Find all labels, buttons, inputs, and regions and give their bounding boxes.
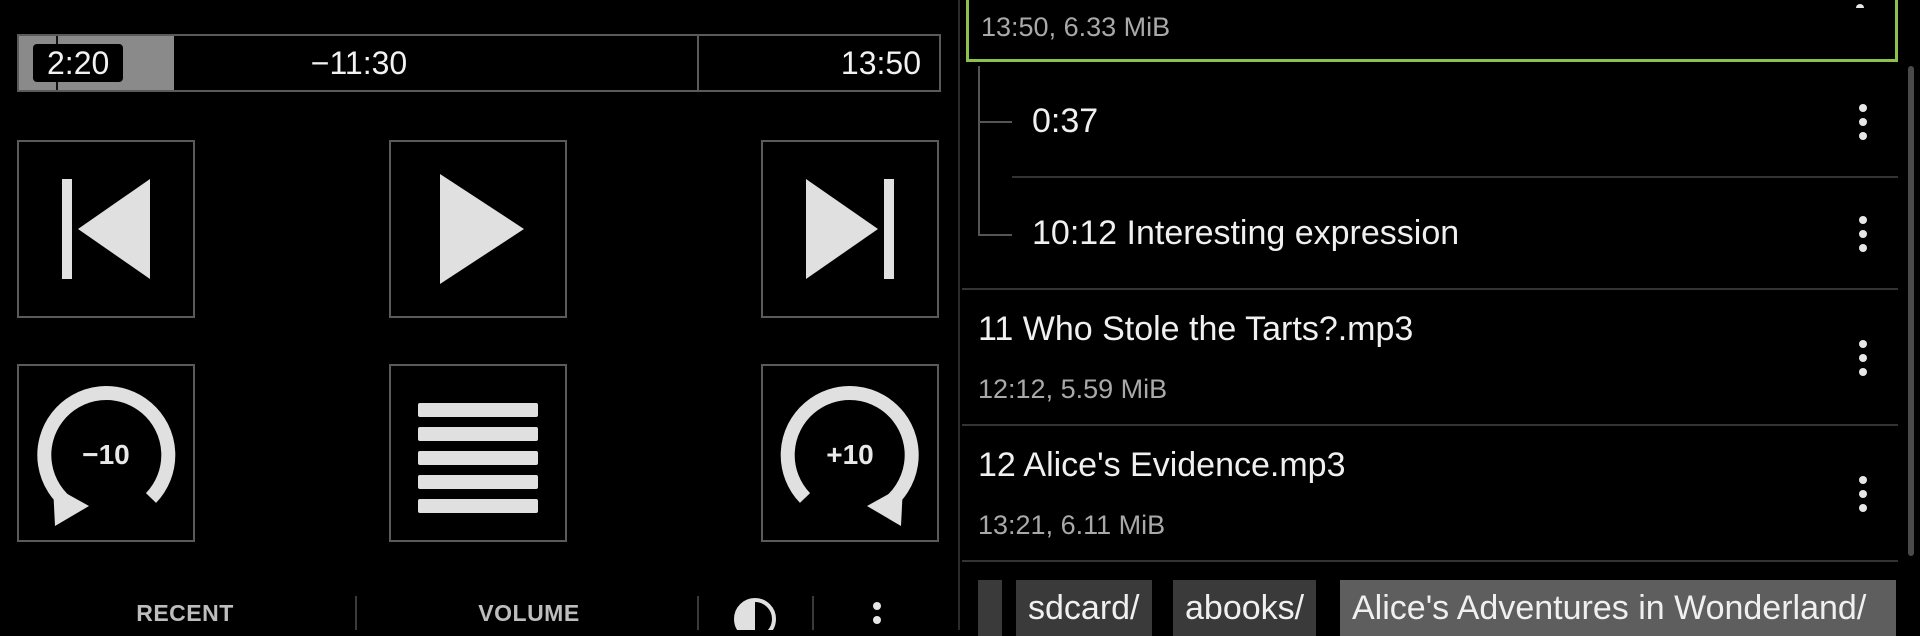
more-vert-icon [1856,340,1870,376]
forward-label: +10 [826,439,874,470]
breadcrumb-overflow[interactable] [978,580,1002,636]
bottom-separator [355,596,357,630]
overflow-menu-button[interactable] [870,602,884,630]
more-vert-icon [1856,104,1870,140]
panel-divider [958,0,960,630]
next-track-button[interactable] [761,140,939,318]
rewind-label: −10 [82,439,130,470]
remaining-time: −11:30 [310,45,408,81]
theme-toggle-button[interactable] [732,596,778,630]
skip-previous-icon [62,179,150,279]
track-menu-button[interactable] [1856,476,1870,512]
list-scrollbar[interactable] [1908,66,1914,556]
volume-button[interactable]: VOLUME [440,600,618,627]
current-track-meta: 13:50, 6.33 MiB [981,12,1171,42]
breadcrumb-item[interactable]: abooks/ [1173,580,1317,636]
bottom-separator [812,596,814,630]
bookmark-label: 0:37 [1032,102,1099,140]
breadcrumb-item[interactable]: sdcard/ [1016,580,1152,636]
forward-10-button[interactable]: +10 [761,364,939,542]
more-vert-icon [1856,216,1870,252]
bookmark-menu-button[interactable] [1856,104,1870,140]
track-item[interactable]: 12 Alice's Evidence.mp3 13:21, 6.11 MiB [966,426,1898,560]
more-vert-icon [1856,476,1870,512]
current-track-item[interactable]: 13:50, 6.33 MiB [966,0,1898,62]
tree-branch [978,121,1012,123]
play-button[interactable] [389,140,567,318]
bookmark-label: 10:12 Interesting expression [1032,214,1460,252]
breadcrumb-item-current[interactable]: Alice's Adventures in Wonderland/ [1340,580,1896,636]
bottom-separator [697,596,699,630]
bookmark-item[interactable]: 0:37 [966,66,1898,176]
rewind-icon: −10 [37,386,176,526]
total-time: 13:50 [840,45,921,81]
tree-branch [978,234,1012,236]
track-meta: 13:21, 6.11 MiB [978,510,1166,540]
current-track-menu-button[interactable] [1853,0,1867,8]
playlist-icon [418,403,538,513]
progress-bar[interactable]: 2:20 −11:30 13:50 [17,34,941,92]
track-item[interactable]: 11 Who Stole the Tarts?.mp3 12:12, 5.59 … [966,290,1898,424]
track-title: 12 Alice's Evidence.mp3 [978,446,1346,484]
bookmark-menu-button[interactable] [1856,216,1870,252]
fast-forward-icon: +10 [780,386,919,526]
track-meta: 12:12, 5.59 MiB [978,374,1168,404]
track-title: 11 Who Stole the Tarts?.mp3 [978,310,1414,348]
recent-button[interactable]: RECENT [100,600,270,627]
track-menu-button[interactable] [1856,340,1870,376]
progress-divider [697,36,699,90]
play-icon [440,174,524,284]
row-separator [962,560,1898,562]
skip-next-icon [806,179,894,279]
rewind-10-button[interactable]: −10 [17,364,195,542]
playlist-button[interactable] [389,364,567,542]
bookmark-item[interactable]: 10:12 Interesting expression [966,178,1898,288]
more-vert-icon [1853,0,1867,8]
previous-track-button[interactable] [17,140,195,318]
contrast-icon [734,598,776,630]
more-vert-icon [870,602,884,630]
